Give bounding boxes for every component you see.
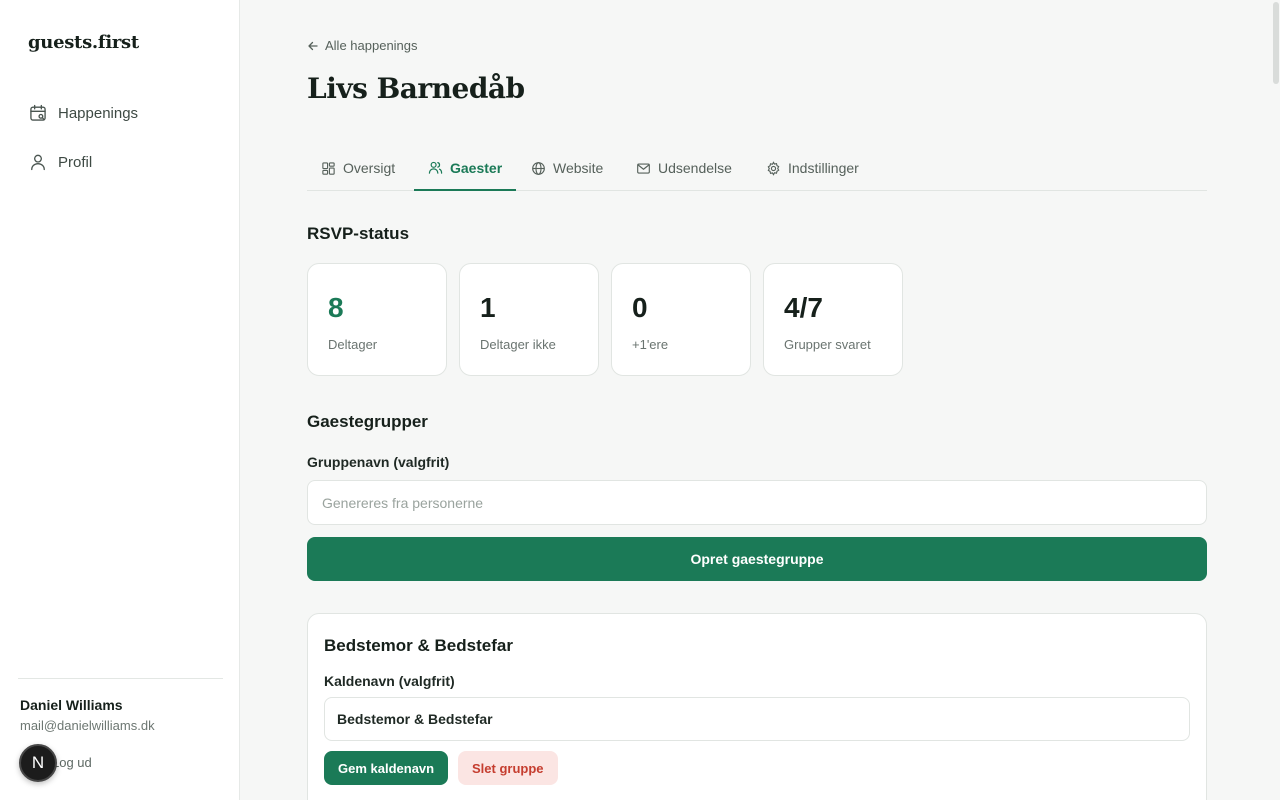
stat-label: Grupper svaret bbox=[784, 337, 871, 352]
tab-indstillinger[interactable]: Indstillinger bbox=[752, 146, 873, 190]
tab-label: Gaester bbox=[450, 159, 503, 176]
tab-oversigt[interactable]: Oversigt bbox=[307, 146, 409, 190]
stat-value: 1 bbox=[480, 292, 496, 323]
sidebar-item-label: Happenings bbox=[58, 104, 139, 122]
create-group-button[interactable]: Opret gaestegruppe bbox=[307, 537, 1207, 581]
tab-label: Udsendelse bbox=[658, 160, 732, 176]
save-nickname-button[interactable]: Gem kaldenavn bbox=[324, 751, 449, 785]
delete-group-button[interactable]: Slet gruppe bbox=[458, 751, 558, 785]
tab-label: Oversigt bbox=[343, 160, 396, 176]
stat-value: 8 bbox=[328, 292, 344, 323]
tab-udsendelse[interactable]: Udsendelse bbox=[622, 146, 746, 190]
sidebar-item-profil[interactable]: Profil bbox=[28, 150, 92, 174]
group-name-label: Gruppenavn (valgfrit) bbox=[307, 454, 450, 470]
dev-tools-badge[interactable]: N bbox=[19, 744, 57, 782]
arrow-left-icon bbox=[308, 41, 318, 50]
back-link[interactable]: Alle happenings bbox=[307, 38, 418, 53]
page-title: Livs Barnedåb bbox=[307, 72, 525, 105]
group-card: Bedstemor & Bedstefar Kaldenavn (valgfri… bbox=[307, 613, 1207, 800]
app-logo[interactable]: guests.first bbox=[28, 32, 139, 53]
group-name-input[interactable] bbox=[307, 480, 1207, 525]
tab-gaester[interactable]: Gaester bbox=[414, 146, 517, 191]
stat-card-plus-ones: 0 +1'ere bbox=[611, 263, 751, 376]
sidebar: guests.first Happenings Profil Daniel Wi… bbox=[0, 0, 240, 800]
nickname-label: Kaldenavn (valgfrit) bbox=[324, 673, 455, 689]
sidebar-item-label: Profil bbox=[58, 153, 93, 171]
users-icon bbox=[428, 161, 443, 174]
tab-label: Indstillinger bbox=[788, 160, 859, 176]
calendar-icon bbox=[30, 104, 46, 121]
stat-card-deltager-ikke: 1 Deltager ikke bbox=[459, 263, 599, 376]
tab-website[interactable]: Website bbox=[517, 146, 617, 190]
stat-card-deltager: 8 Deltager bbox=[307, 263, 447, 376]
rsvp-section-title: RSVP-status bbox=[307, 224, 410, 243]
stat-label: +1'ere bbox=[632, 337, 669, 352]
user-icon bbox=[31, 154, 45, 171]
scrollbar[interactable] bbox=[1272, 0, 1280, 800]
sidebar-item-happenings[interactable]: Happenings bbox=[28, 101, 138, 125]
mail-icon bbox=[637, 162, 650, 174]
stat-card-grupper-svaret: 4/7 Grupper svaret bbox=[763, 263, 903, 376]
groups-section-title: Gaestegrupper bbox=[307, 412, 428, 431]
stat-value: 0 bbox=[632, 292, 648, 323]
stat-value: 4/7 bbox=[784, 292, 823, 323]
user-email: mail@danielwilliams.dk bbox=[20, 718, 155, 733]
group-name: Bedstemor & Bedstefar bbox=[324, 636, 513, 655]
logout-link[interactable]: Log ud bbox=[52, 755, 92, 770]
dashboard-icon bbox=[322, 161, 335, 175]
tab-bar: Oversigt Gaester Website Udsendelse Inds… bbox=[307, 146, 1207, 191]
nickname-input[interactable] bbox=[324, 697, 1190, 741]
gear-icon bbox=[767, 160, 780, 176]
stat-label: Deltager ikke bbox=[480, 337, 556, 352]
stat-label: Deltager bbox=[328, 337, 378, 352]
sidebar-divider bbox=[18, 678, 223, 679]
user-name: Daniel Williams bbox=[20, 697, 123, 713]
globe-icon bbox=[532, 161, 545, 175]
back-link-label: Alle happenings bbox=[325, 38, 418, 53]
tab-label: Website bbox=[553, 160, 604, 176]
scrollbar-thumb[interactable] bbox=[1273, 2, 1279, 84]
